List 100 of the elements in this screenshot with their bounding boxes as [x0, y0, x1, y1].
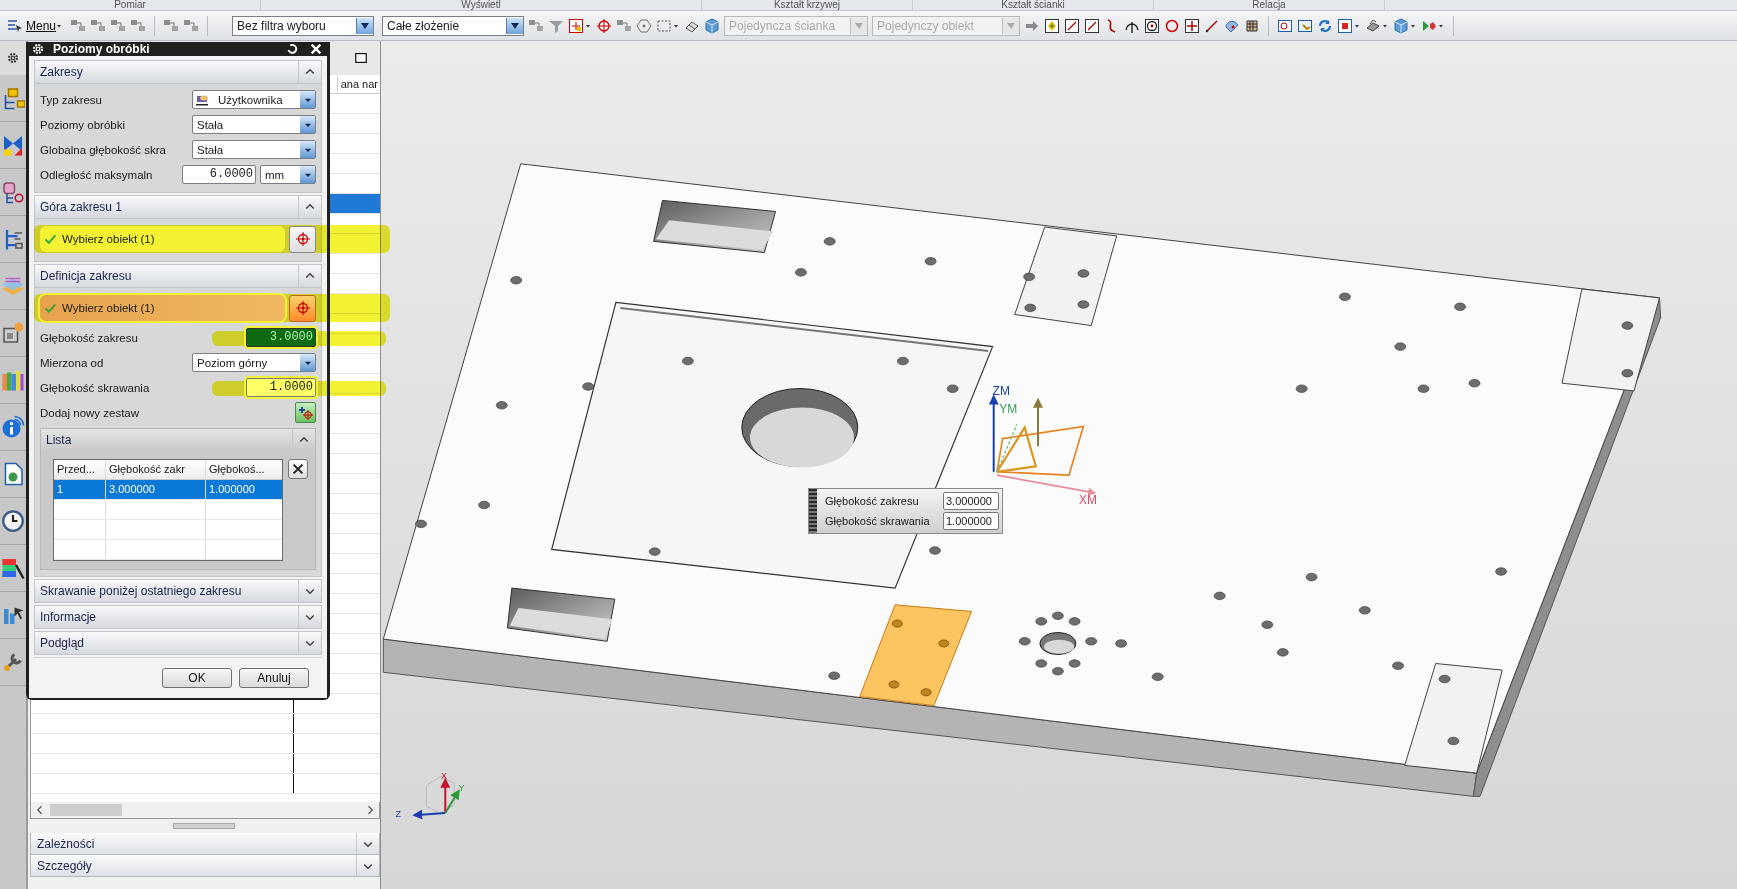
- window-icon[interactable]: [1297, 17, 1314, 34]
- axis-label: ZM: [992, 384, 1010, 399]
- field-label: Głębokość skrawania: [825, 515, 930, 527]
- section-header[interactable]: Góra zakresu 1: [34, 195, 322, 219]
- spectrum-icon[interactable]: [1, 556, 25, 580]
- machine-icon[interactable]: [1, 321, 25, 345]
- grid-icon[interactable]: [1244, 17, 1261, 34]
- crosshair-icon[interactable]: [596, 17, 613, 34]
- column-header[interactable]: Przed...: [54, 460, 106, 479]
- bowtie-icon[interactable]: [1, 133, 25, 157]
- field-label: Typ zakresu: [40, 93, 103, 106]
- section-header[interactable]: Podgląd: [34, 631, 322, 655]
- selection-step[interactable]: Wybierz obiekt (1): [40, 226, 285, 252]
- ribbon-group-label[interactable]: Relacja: [1252, 0, 1286, 10]
- plate-drawing[interactable]: [382, 163, 1662, 797]
- number-field[interactable]: 6.0000: [182, 165, 256, 184]
- dropdown[interactable]: Bez filtra wyboru: [232, 15, 375, 36]
- blocks-icon[interactable]: [70, 17, 87, 34]
- blocks-icon[interactable]: [616, 17, 633, 34]
- render-icon[interactable]: [1365, 17, 1382, 34]
- field-label: Głębokość zakresu: [40, 331, 139, 344]
- close-icon[interactable]: [309, 42, 323, 56]
- dropdown[interactable]: Stała: [192, 115, 316, 134]
- selected-face-drawing[interactable]: [859, 604, 972, 707]
- blocks-icon[interactable]: [90, 17, 107, 34]
- panel-header[interactable]: Szczegóły: [30, 855, 380, 877]
- grip-handle[interactable]: [809, 489, 817, 533]
- cylinder-icon[interactable]: [1, 180, 25, 204]
- dropdown-arrow-icon[interactable]: [510, 21, 521, 30]
- maximize-icon[interactable]: [354, 51, 368, 65]
- ribbon-group-label[interactable]: Wyświetl: [461, 0, 501, 10]
- crosshair-icon: [294, 300, 311, 316]
- scrollbar-thumb[interactable]: [50, 804, 122, 816]
- section-header[interactable]: Skrawanie poniżej ostatniego zakresu: [34, 579, 322, 603]
- blocks-icon[interactable]: [110, 17, 127, 34]
- plus-icon[interactable]: [1184, 17, 1201, 34]
- ribbon-group-label[interactable]: Kształt krzywej: [773, 0, 841, 10]
- blocks-icon[interactable]: [183, 17, 200, 34]
- menu-button[interactable]: Menu: [4, 16, 67, 35]
- splitter-handle[interactable]: [173, 823, 235, 829]
- cube-icon[interactable]: [704, 17, 721, 34]
- unit-dropdown[interactable]: mm: [260, 165, 316, 184]
- settings-icon[interactable]: [31, 42, 45, 56]
- field-label: Głębokość zakresu: [825, 495, 919, 507]
- column-header[interactable]: Głębokoś...: [206, 460, 280, 479]
- ribbon-group-label[interactable]: Kształt ścianki: [1001, 0, 1065, 10]
- dropdown[interactable]: Stała: [192, 140, 316, 159]
- column-header[interactable]: ana nar: [336, 75, 380, 93]
- number-field[interactable]: 1.0000: [246, 378, 316, 397]
- ok-button[interactable]: OK: [162, 668, 232, 688]
- snap-point-icon[interactable]: [1044, 17, 1061, 34]
- section-header[interactable]: Informacje: [34, 605, 322, 629]
- field-label: Globalna głębokość skra: [40, 143, 167, 156]
- zoom-window-icon[interactable]: [1277, 17, 1294, 34]
- blocks-icon[interactable]: [163, 17, 180, 34]
- section-header[interactable]: Zakresy: [34, 60, 322, 84]
- crosshair-icon[interactable]: [568, 17, 585, 34]
- dropdown[interactable]: Poziom górny: [192, 353, 316, 372]
- list-row[interactable]: 1 3.000000 1.000000: [54, 480, 282, 500]
- window-icon[interactable]: [1337, 17, 1354, 34]
- input-field[interactable]: 1.000000: [943, 512, 999, 530]
- clock-icon[interactable]: [1, 509, 25, 533]
- reset-icon[interactable]: [285, 42, 299, 56]
- field-label: Poziomy obróbki: [40, 118, 126, 131]
- column-header[interactable]: Głębokość zakr: [106, 460, 206, 479]
- horizontal-scrollbar[interactable]: [30, 802, 380, 819]
- circle-icon[interactable]: [1164, 17, 1181, 34]
- hexagon-icon[interactable]: [636, 17, 653, 34]
- dropdown-arrow-icon[interactable]: [360, 21, 371, 30]
- dropdown[interactable]: Całe złożenie: [382, 15, 525, 36]
- books-icon[interactable]: [1, 368, 25, 392]
- section-header[interactable]: Definicja zakresu: [34, 264, 322, 288]
- ribbon-group-label[interactable]: Pomiar: [114, 0, 146, 10]
- add-icon: [297, 404, 314, 421]
- blocks-icon[interactable]: [130, 17, 147, 34]
- table-cell: 1: [54, 480, 106, 499]
- refresh-icon[interactable]: [1317, 17, 1334, 34]
- select-object-button[interactable]: [289, 294, 316, 322]
- blocks-icon[interactable]: [528, 17, 545, 34]
- delete-button[interactable]: [288, 459, 308, 479]
- panel-header[interactable]: Zależności: [30, 833, 380, 855]
- field-label: Odległość maksymaln: [40, 168, 154, 181]
- input-field[interactable]: 3.000000: [943, 492, 999, 510]
- selection-step[interactable]: Wybierz obiekt (1): [40, 295, 285, 321]
- info-icon[interactable]: [1, 415, 25, 439]
- target-icon[interactable]: [1144, 17, 1161, 34]
- cube-icon[interactable]: [1393, 17, 1410, 34]
- crosshair-icon: [294, 231, 311, 247]
- select-object-button[interactable]: [289, 225, 316, 253]
- add-set-button[interactable]: [295, 402, 316, 423]
- settings-icon[interactable]: [6, 51, 20, 65]
- cancel-button[interactable]: Anuluj: [239, 668, 309, 688]
- number-field[interactable]: 3.0000: [246, 328, 316, 347]
- axis-label: Y: [458, 782, 465, 793]
- dropdown[interactable]: Użytkownika: [192, 90, 316, 109]
- section-header[interactable]: Lista: [41, 429, 315, 451]
- wrench-icon[interactable]: [1, 650, 25, 674]
- table-cell-text: 1.000000: [208, 482, 256, 497]
- coordinate-system-drawing[interactable]: [988, 394, 1097, 496]
- close-icon: [291, 462, 305, 476]
